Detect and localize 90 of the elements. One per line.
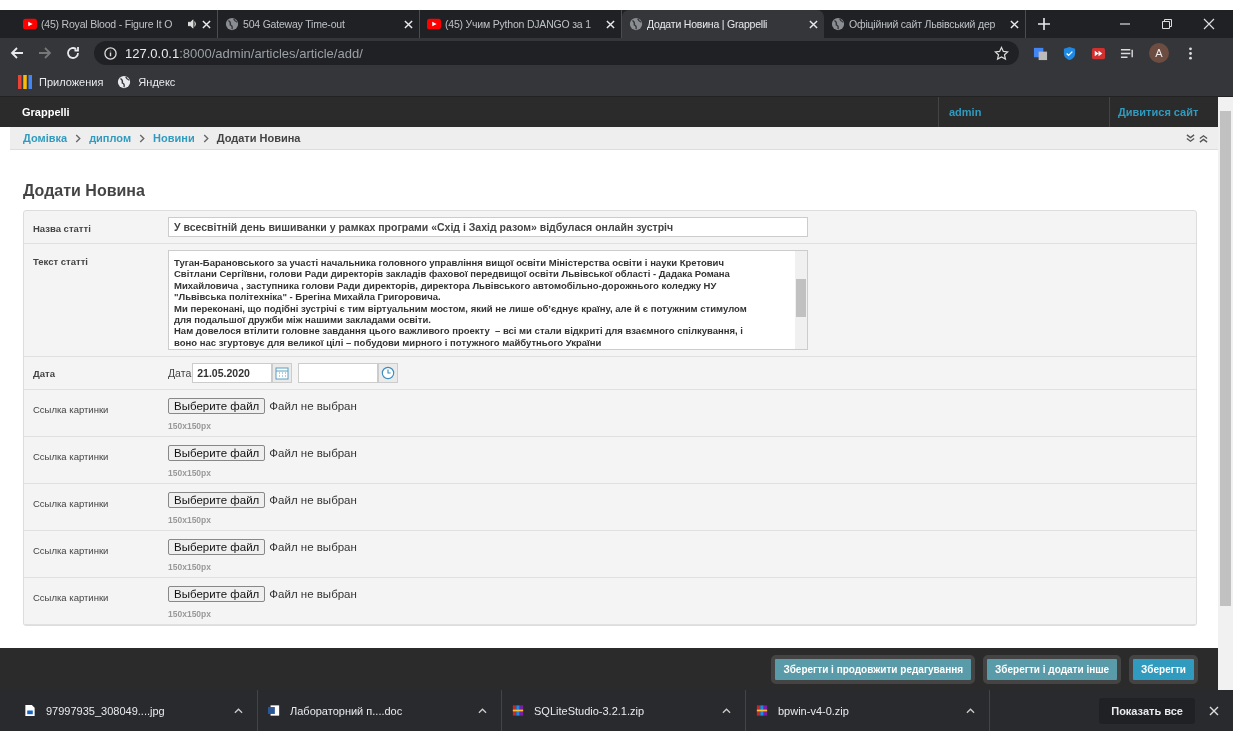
file-status: Файл не выбран xyxy=(269,400,357,412)
new-tab-icon[interactable] xyxy=(1038,18,1050,30)
download-item[interactable]: Лабораторний п....doc xyxy=(258,690,502,731)
choose-file-button[interactable]: Выберите файл xyxy=(168,586,266,602)
caret-icon[interactable] xyxy=(478,707,487,714)
download-name: bpwin-v4-0.zip xyxy=(778,704,850,717)
file-icon xyxy=(24,704,36,717)
clock-button[interactable] xyxy=(378,363,399,383)
info-icon xyxy=(104,46,117,60)
choose-file-button[interactable]: Выберите файл xyxy=(168,492,266,508)
browser-tab[interactable]: Додати Новина | Grappelli xyxy=(622,10,824,38)
chevron-icon xyxy=(202,133,209,143)
field-label: Ссылка картинки xyxy=(32,450,110,464)
document-icon xyxy=(268,704,280,717)
close-icon[interactable] xyxy=(606,19,615,29)
field-label: Ссылка картинки xyxy=(32,497,110,511)
field-label: Назва статті xyxy=(32,222,92,236)
caret-icon[interactable] xyxy=(234,707,243,714)
caret-icon[interactable] xyxy=(966,707,975,714)
restore-icon[interactable] xyxy=(1161,18,1173,30)
help-text: 150x150px xyxy=(168,562,212,572)
globe-icon xyxy=(629,17,643,31)
chevron-icon xyxy=(75,133,82,143)
help-text: 150x150px xyxy=(168,609,212,619)
site-brand[interactable]: Grappelli xyxy=(0,106,938,118)
shield-icon[interactable] xyxy=(1062,45,1077,61)
field-label: Ссылка картинки xyxy=(32,591,110,605)
download-name: Лабораторний п....doc xyxy=(290,704,404,717)
scrollbar[interactable] xyxy=(1218,97,1233,690)
archive-icon xyxy=(512,704,524,717)
apps-icon xyxy=(18,75,32,89)
date-field[interactable]: 21.05.2020 xyxy=(192,363,273,383)
help-text: 150x150px xyxy=(168,421,212,431)
globe-icon xyxy=(225,17,239,31)
help-text: 150x150px xyxy=(168,515,212,525)
help-text: 150x150px xyxy=(168,468,212,478)
download-item[interactable]: SQLiteStudio-3.2.1.zip xyxy=(502,690,746,731)
close-icon[interactable] xyxy=(1010,19,1019,29)
star-icon[interactable] xyxy=(994,45,1009,61)
field-label: Ссылка картинки xyxy=(32,403,110,417)
tab-title: Офіційний сайт Львівський дер xyxy=(849,18,997,30)
address-bar[interactable]: 127.0.0.1:8000/admin/articles/article/add/ xyxy=(94,41,1019,65)
file-status: Файл не выбран xyxy=(269,494,357,506)
archive-icon xyxy=(756,704,768,717)
close-icon[interactable] xyxy=(809,19,818,29)
date-label: Дата xyxy=(168,367,192,379)
translate-icon[interactable] xyxy=(1033,45,1048,61)
chevron-icon xyxy=(139,133,146,143)
field-label: Текст статті xyxy=(32,255,89,269)
download-name: 97997935_308049....jpg xyxy=(46,704,166,717)
close-icon[interactable] xyxy=(202,19,211,29)
breadcrumb-current: Додати Новина xyxy=(216,132,301,144)
download-item[interactable]: 97997935_308049....jpg xyxy=(14,690,258,731)
file-status: Файл не выбран xyxy=(269,541,357,553)
bookmark[interactable]: Яндекс xyxy=(117,75,176,89)
tab-title: (45) Учим Python DJANGO за 1 xyxy=(445,18,592,30)
profile-avatar[interactable]: A xyxy=(1149,43,1169,63)
close-icon[interactable] xyxy=(1203,18,1215,30)
tab-title: 504 Gateway Time-out xyxy=(243,18,346,30)
extension-icon[interactable] xyxy=(1091,45,1106,61)
globe-icon xyxy=(117,75,132,89)
bookmark[interactable]: Приложения xyxy=(18,75,104,89)
file-status: Файл не выбран xyxy=(269,588,357,600)
forward-icon[interactable] xyxy=(38,46,52,60)
choose-file-button[interactable]: Выберите файл xyxy=(168,445,266,461)
title-field[interactable]: У всесвітній день вишиванки у рамках програми «Схід і Захід разом» відбулася онлайн зустріч xyxy=(168,217,808,237)
video-icon xyxy=(23,17,37,31)
tab-title: Додати Новина | Grappelli xyxy=(647,18,769,30)
file-status: Файл не выбран xyxy=(269,447,357,459)
time-field[interactable] xyxy=(298,363,379,383)
video-icon xyxy=(427,17,441,31)
back-icon[interactable] xyxy=(10,46,24,60)
expand-icon[interactable] xyxy=(1199,133,1208,143)
show-all-button[interactable]: Показать все xyxy=(1099,697,1195,724)
reload-icon[interactable] xyxy=(66,46,80,60)
close-icon[interactable] xyxy=(404,19,413,29)
close-icon[interactable] xyxy=(1209,705,1219,716)
choose-file-button[interactable]: Выберите файл xyxy=(168,398,266,414)
collapse-icon[interactable] xyxy=(1186,133,1195,143)
choose-file-button[interactable]: Выберите файл xyxy=(168,539,266,555)
page-title: Додати Новина xyxy=(23,182,146,200)
tab-title: (45) Royal Blood - Figure It O xyxy=(41,18,174,30)
field-label: Ссылка картинки xyxy=(32,544,110,558)
field-label: Дата xyxy=(32,367,56,381)
caret-icon[interactable] xyxy=(722,707,731,714)
text-area[interactable]: Туган-Барановського за участі начальника головного управління вищої освіти Міністерства освіти і науки Кретович Світлани Сергіївни, голови Ради директорів закладів фахової передвищої освіти Львівської області - Дадака Романа Михайловича , заступника голови Ради директорів, директора Львівського автомобільно-дорожнього коледжу НУ "Львівська політехніка" - Брегіна Михайла Григоровича. Ми переконані, що подібні зустрічі є тим віртуальним мостом, який не лише об’єднує країну, але й є потужним стимулом для подальшої дружби між нашими закладами освіти. Нам довелося втілити головне завдання цього важливого проекту – всі ми стали відкриті для взаємного спілкування, і воно нас згуртовує для великої цілі – побудови мирного і потужного майбутнього України xyxy=(168,250,808,350)
download-item[interactable]: bpwin-v4-0.zip xyxy=(746,690,990,731)
url-text: 127.0.0.1:8000/admin/articles/article/add/ xyxy=(125,45,364,61)
globe-icon xyxy=(831,17,845,31)
download-name: SQLiteStudio-3.2.1.zip xyxy=(534,704,646,717)
